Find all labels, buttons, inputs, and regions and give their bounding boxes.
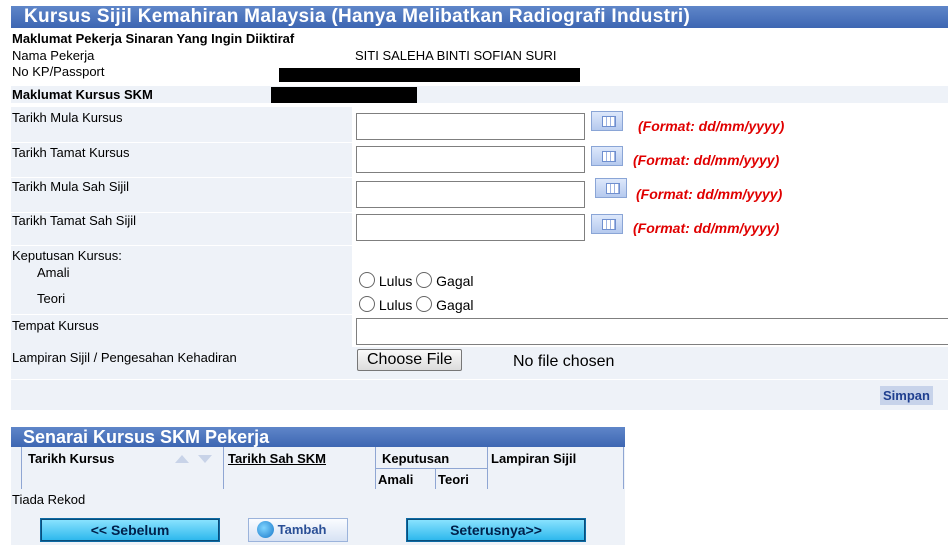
valid-end-label: Tarikh Tamat Sah Sijil <box>12 213 137 228</box>
course-section-heading: Maklumat Kursus SKM <box>11 86 948 103</box>
col-theory: Teori <box>438 472 469 487</box>
pass-option-label: Lulus <box>378 297 413 313</box>
no-records-text: Tiada Rekod <box>12 492 86 507</box>
col-valid-date[interactable]: Tarikh Sah SKM <box>228 451 326 466</box>
redacted-passport-number <box>279 68 580 82</box>
course-list-header: Tarikh Kursus Tarikh Sah SKM Keputusan L… <box>11 447 625 489</box>
col-result: Keputusan <box>382 451 450 466</box>
previous-button[interactable]: << Sebelum <box>40 518 220 542</box>
next-button[interactable]: Seterusnya>> <box>406 518 586 542</box>
start-date-format-hint: (Format: dd/mm/yyyy) <box>638 118 785 134</box>
valid-start-format-hint: (Format: dd/mm/yyyy) <box>636 186 783 202</box>
col-practical: Amali <box>378 472 414 487</box>
course-list-title: Senarai Kursus SKM Pekerja <box>11 427 625 447</box>
valid-end-input[interactable] <box>356 214 585 241</box>
col-attachment: Lampiran Sijil <box>491 451 577 466</box>
calendar-icon[interactable] <box>591 111 623 131</box>
calendar-icon[interactable] <box>591 146 623 166</box>
save-button[interactable]: Simpan <box>880 386 933 405</box>
venue-label: Tempat Kursus <box>12 318 99 333</box>
result-label: Keputusan Kursus: <box>12 248 122 263</box>
end-date-input[interactable] <box>356 146 585 173</box>
add-button-label: Tambah <box>277 522 327 537</box>
theory-pass-radio[interactable] <box>359 296 375 312</box>
practical-label: Amali <box>37 265 70 280</box>
theory-options: Lulus Gagal <box>359 296 474 313</box>
venue-input[interactable] <box>356 318 948 345</box>
redacted-course-info <box>271 87 417 103</box>
attachment-label: Lampiran Sijil / Pengesahan Kehadiran <box>12 350 237 365</box>
col-course-date[interactable]: Tarikh Kursus <box>28 451 114 466</box>
theory-label: Teori <box>37 291 66 306</box>
choose-file-button[interactable]: Choose File <box>357 349 463 371</box>
valid-start-label: Tarikh Mula Sah Sijil <box>12 179 130 194</box>
sort-asc-icon[interactable] <box>175 455 189 463</box>
pass-option-label: Lulus <box>378 273 413 289</box>
sort-desc-icon[interactable] <box>198 455 212 463</box>
practical-fail-radio[interactable] <box>416 272 433 288</box>
end-date-format-hint: (Format: dd/mm/yyyy) <box>633 152 780 168</box>
theory-fail-radio[interactable] <box>416 296 433 312</box>
valid-end-format-hint: (Format: dd/mm/yyyy) <box>633 220 780 236</box>
start-date-label: Tarikh Mula Kursus <box>12 110 123 125</box>
add-icon <box>257 521 274 538</box>
practical-pass-radio[interactable] <box>359 272 375 288</box>
fail-option-label: Gagal <box>436 297 474 313</box>
add-button[interactable]: Tambah <box>248 518 348 542</box>
end-date-label: Tarikh Tamat Kursus <box>12 145 130 160</box>
start-date-input[interactable] <box>356 113 585 140</box>
calendar-icon[interactable] <box>595 178 627 198</box>
valid-start-input[interactable] <box>356 181 585 208</box>
practical-options: Lulus Gagal <box>359 272 474 289</box>
calendar-icon[interactable] <box>591 214 623 234</box>
worker-section-heading: Maklumat Pekerja Sinaran Yang Ingin Diik… <box>12 31 295 46</box>
fail-option-label: Gagal <box>436 273 474 289</box>
worker-name-value: SITI SALEHA BINTI SOFIAN SURI <box>355 48 557 63</box>
page-title: Kursus Sijil Kemahiran Malaysia (Hanya M… <box>11 6 948 28</box>
no-file-text: No file chosen <box>513 353 615 370</box>
